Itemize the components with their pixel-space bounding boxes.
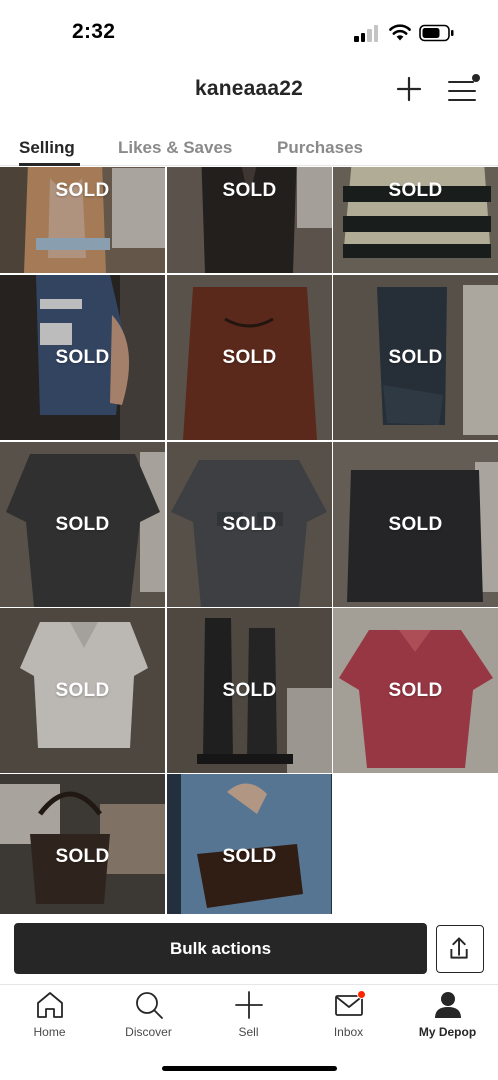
nav-my-depop[interactable]: My Depop [398, 985, 497, 1047]
mail-icon [334, 990, 366, 1020]
listing-tile[interactable]: SOLD [333, 442, 498, 607]
status-time: 2:32 [72, 20, 116, 43]
share-icon [450, 937, 468, 959]
profile-tabs: Selling Likes & Saves Purchases [0, 126, 498, 166]
profile-icon [434, 992, 461, 1018]
plus-icon [234, 991, 263, 1019]
sold-label: SOLD [388, 513, 443, 535]
signal-icon [354, 24, 380, 42]
menu-button[interactable] [446, 74, 480, 104]
sold-label: SOLD [222, 845, 277, 867]
username: kaneaaa22 [194, 77, 304, 100]
nav-label: Sell [238, 1025, 259, 1039]
sold-label: SOLD [388, 679, 443, 701]
home-indicator [162, 1066, 337, 1071]
wifi-icon [389, 24, 411, 41]
tab-likes-saves[interactable]: Likes & Saves [118, 138, 232, 158]
listing-tile[interactable]: SOLD [333, 167, 498, 273]
listing-tile[interactable]: SOLD [0, 442, 165, 607]
battery-icon [419, 24, 454, 42]
listing-tile[interactable]: SOLD [167, 608, 332, 773]
profile-header: kaneaaa22 [0, 64, 498, 126]
sold-label: SOLD [55, 179, 110, 201]
nav-inbox[interactable]: Inbox [299, 985, 398, 1047]
listing-tile[interactable]: SOLD [167, 275, 332, 440]
listing-tile[interactable]: SOLD [167, 167, 332, 273]
sold-label: SOLD [222, 679, 277, 701]
sold-label: SOLD [222, 513, 277, 535]
tab-selling[interactable]: Selling [19, 138, 75, 158]
listing-tile[interactable]: SOLD [0, 167, 165, 273]
nav-home[interactable]: Home [0, 985, 99, 1047]
sold-label: SOLD [55, 679, 110, 701]
sold-label: SOLD [222, 179, 277, 201]
listing-tile[interactable]: SOLD [333, 275, 498, 440]
listing-tile[interactable]: SOLD [333, 608, 498, 773]
listing-tile[interactable]: SOLD [167, 442, 332, 607]
nav-label: Discover [125, 1025, 172, 1039]
nav-label: My Depop [418, 1025, 477, 1039]
notification-dot [472, 74, 480, 82]
home-icon [36, 992, 63, 1018]
search-icon [135, 992, 163, 1019]
share-button[interactable] [436, 925, 484, 973]
status-bar: 2:32 [0, 0, 498, 64]
sold-label: SOLD [388, 346, 443, 368]
sold-label: SOLD [388, 179, 443, 201]
listing-tile[interactable]: SOLD [0, 774, 165, 914]
bulk-actions-button[interactable]: Bulk actions [14, 923, 427, 974]
tab-purchases[interactable]: Purchases [277, 138, 363, 158]
nav-sell[interactable]: Sell [199, 985, 298, 1047]
add-listing-button[interactable] [396, 76, 422, 102]
sold-label: SOLD [222, 346, 277, 368]
sold-label: SOLD [55, 845, 110, 867]
nav-label: Inbox [333, 1025, 364, 1039]
listings-grid: SOLD SOLD SOLD SOLD SOLD SOLD SOLD SOLD … [0, 167, 498, 914]
listing-tile[interactable]: SOLD [0, 608, 165, 773]
sold-label: SOLD [55, 346, 110, 368]
nav-discover[interactable]: Discover [99, 985, 198, 1047]
nav-label: Home [33, 1025, 66, 1039]
listing-tile[interactable]: SOLD [167, 774, 332, 914]
listing-tile[interactable]: SOLD [0, 275, 165, 440]
sold-label: SOLD [55, 513, 110, 535]
active-tab-indicator [19, 163, 80, 166]
inbox-notification-dot [356, 990, 366, 999]
